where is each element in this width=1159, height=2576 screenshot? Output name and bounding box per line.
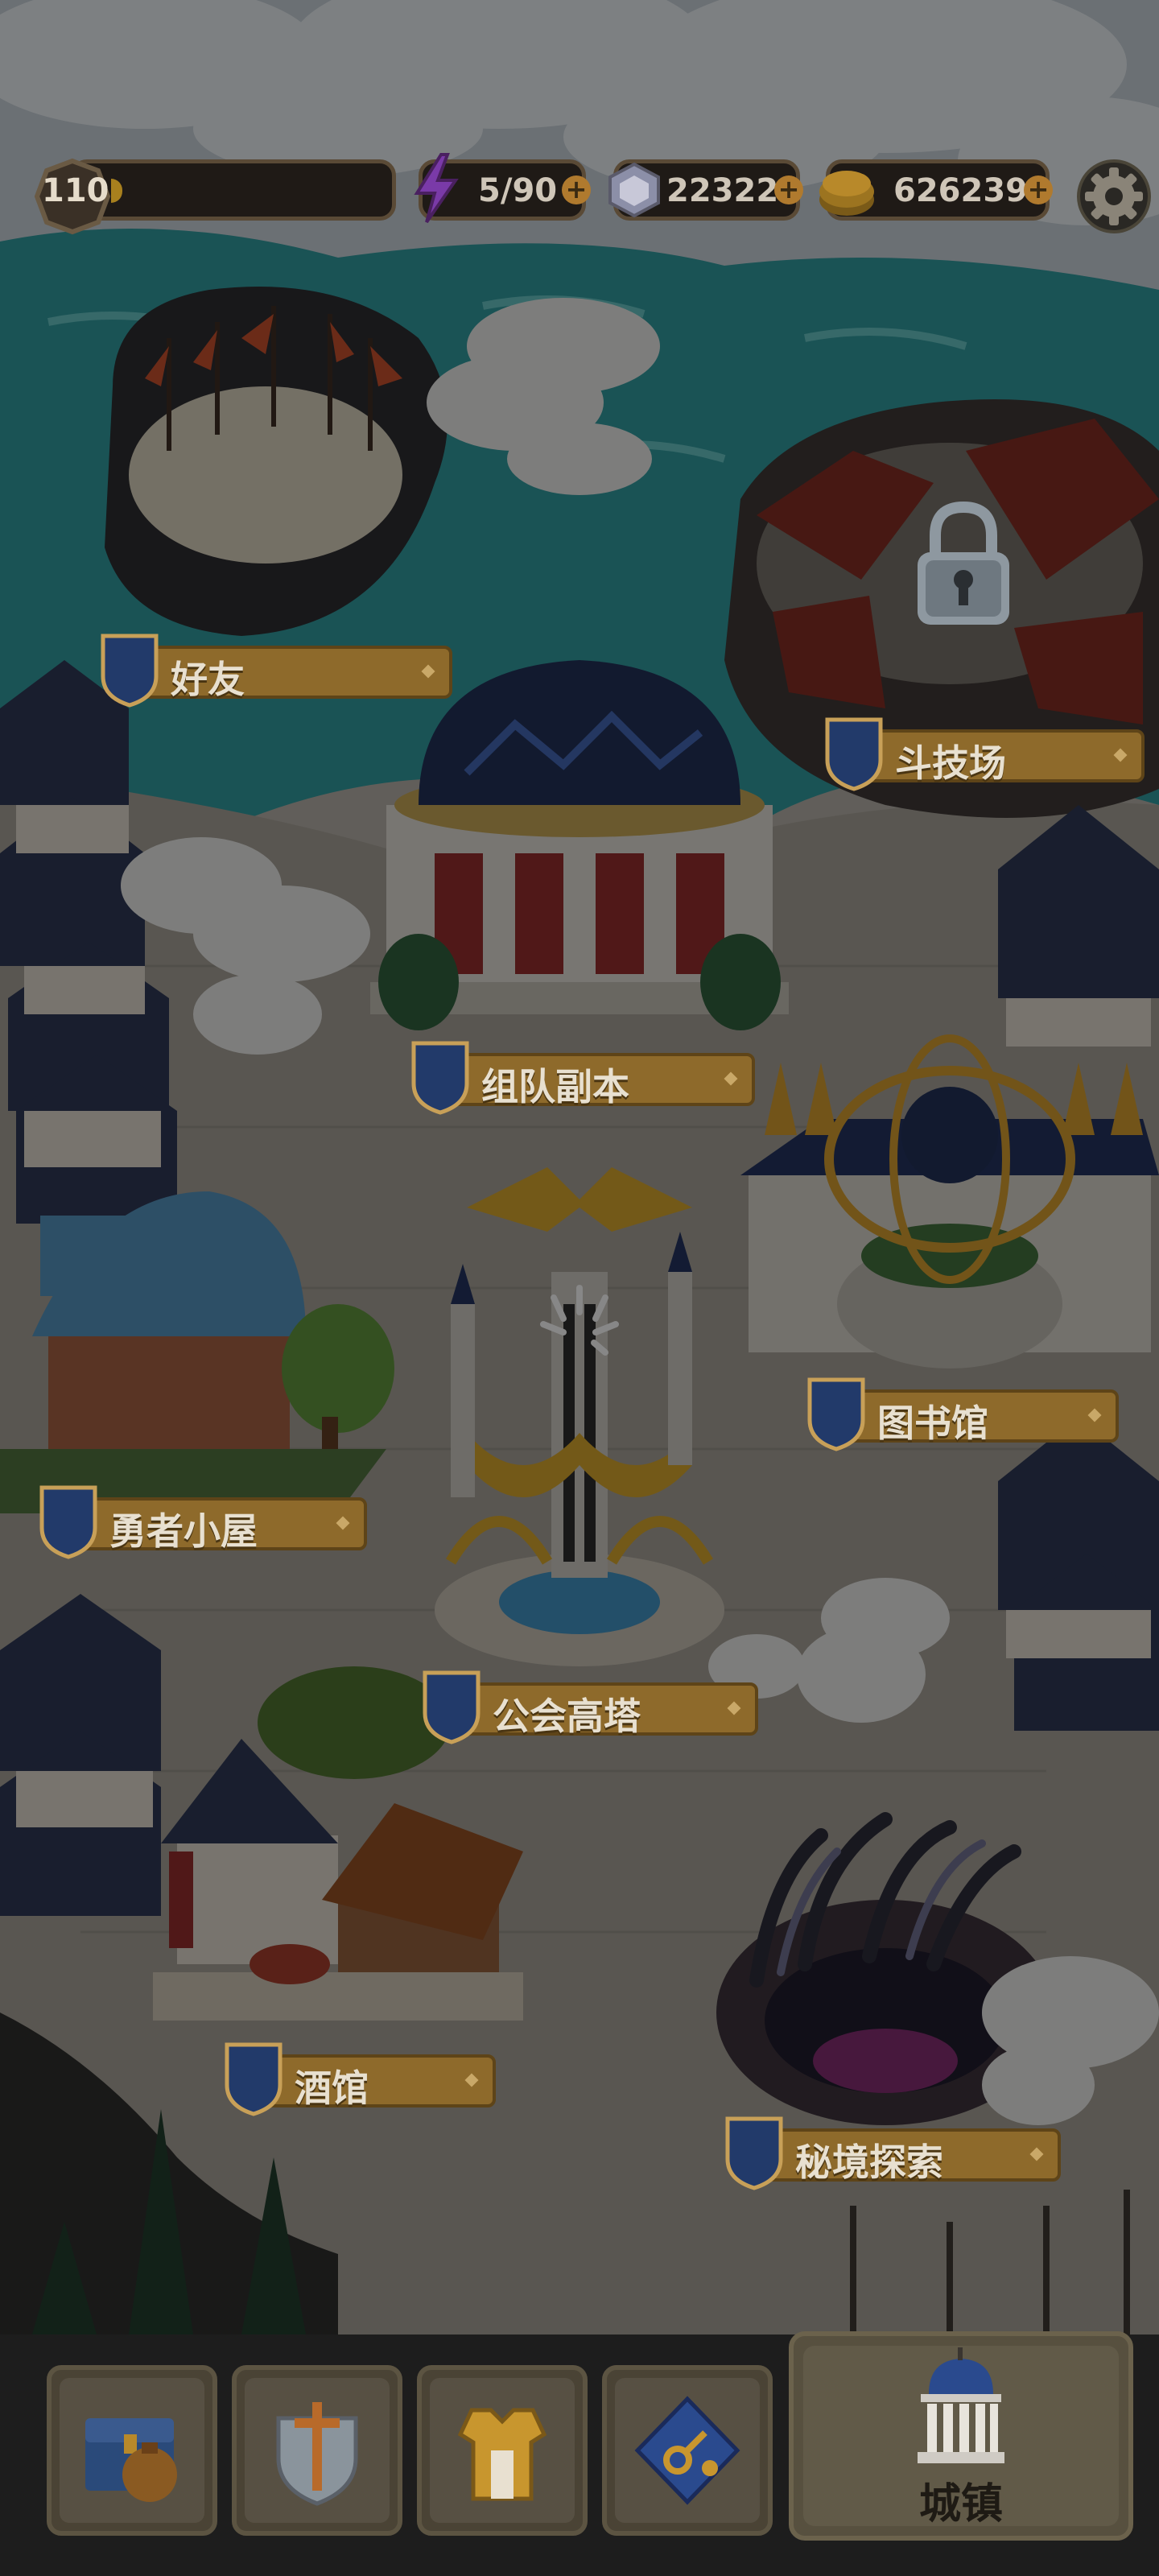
building-label: 公会高塔 [493, 1695, 641, 1738]
nav-tab-sword-shield[interactable] [232, 2365, 402, 2536]
building-label: 组队副本 [481, 1065, 629, 1108]
building-friends[interactable]: 好友 [98, 631, 452, 712]
building-label: 秘境探索 [795, 2140, 943, 2184]
building-label: 酒馆 [295, 2066, 369, 2110]
building-label: 图书馆 [877, 1402, 988, 1445]
shield-icon [825, 717, 883, 791]
game-screen: 110 5/90 + 22322 + 626239 + 好友 斗技场 组队副本 … [0, 0, 1159, 2576]
shield-icon [807, 1377, 865, 1451]
building-hero-house[interactable]: 勇者小屋 [37, 1483, 367, 1563]
building-label: 勇者小屋 [109, 1509, 258, 1553]
building-secret-explore[interactable]: 秘境探索 [723, 2114, 1061, 2194]
shield-icon [423, 1670, 481, 1744]
town-map [0, 0, 1159, 2334]
shield-icon [101, 634, 159, 708]
nav-tab-chest[interactable] [47, 2365, 217, 2536]
gems-value: 22322 [666, 172, 779, 209]
nav-tab-town-label: 城镇 [918, 2480, 1003, 2529]
key-map-icon [634, 2396, 740, 2505]
shield-icon [725, 2116, 783, 2190]
gold-coin-icon [819, 171, 874, 216]
shield-icon [411, 1041, 469, 1115]
building-team-dungeon[interactable]: 组队副本 [409, 1038, 755, 1119]
gem-icon [608, 162, 660, 218]
building-label: 好友 [171, 658, 245, 701]
gear-icon[interactable] [1075, 158, 1153, 235]
nav-tab-armor[interactable] [417, 2365, 588, 2536]
gold-add-button[interactable]: + [1024, 175, 1053, 204]
lightning-icon [414, 153, 459, 224]
player-level: 110 [42, 172, 109, 209]
building-tavern[interactable]: 酒馆 [222, 2040, 496, 2120]
building-label: 斗技场 [895, 741, 1006, 785]
nav-tab-town[interactable]: 城镇 [789, 2331, 1133, 2541]
sword-shield-icon [276, 2402, 358, 2506]
gold-value: 626239 [893, 172, 1028, 209]
shield-icon [225, 2042, 283, 2116]
energy-add-button[interactable]: + [562, 175, 591, 204]
lock-icon [918, 501, 1009, 625]
shield-icon [39, 1485, 97, 1559]
building-arena[interactable]: 斗技场 [823, 715, 1145, 795]
nav-tab-key-map[interactable] [602, 2365, 773, 2536]
town-hall-icon [918, 2347, 1004, 2463]
armor-icon [457, 2408, 547, 2501]
building-library[interactable]: 图书馆 [805, 1375, 1119, 1455]
energy-value: 5/90 [478, 172, 558, 209]
building-guild-tower[interactable]: 公会高塔 [420, 1668, 758, 1748]
gems-add-button[interactable]: + [774, 175, 803, 204]
treasure-chest-icon [85, 2418, 177, 2502]
